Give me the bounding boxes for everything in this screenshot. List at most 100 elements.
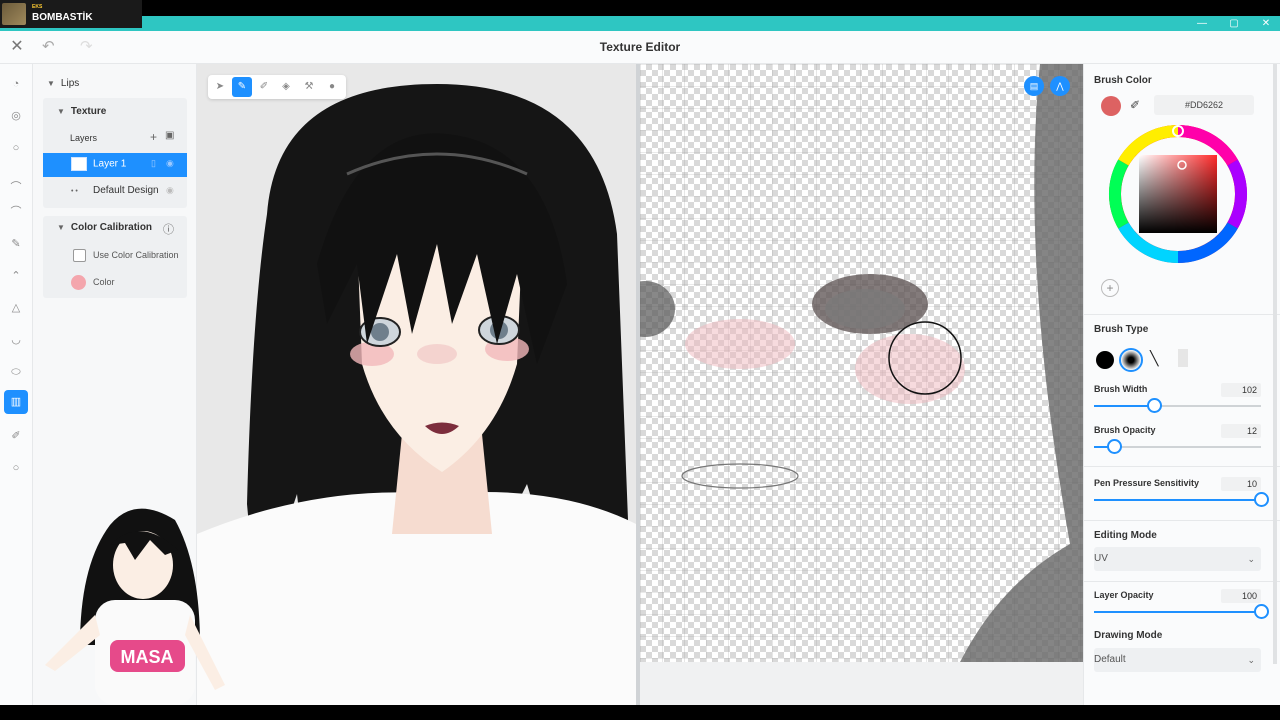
chevron-down-icon: ⌄	[1247, 655, 1255, 665]
maximize-button[interactable]: ▢	[1228, 18, 1240, 29]
color-wheel[interactable]	[1106, 122, 1250, 266]
uv-symmetry-button[interactable]: ⋀	[1050, 76, 1070, 96]
iris-icon[interactable]: ○	[4, 136, 28, 160]
use-calibration-checkbox[interactable]	[73, 249, 86, 262]
nose-icon[interactable]: △	[4, 296, 28, 320]
overlay-small-text: EKS	[32, 4, 43, 10]
layer-label: Layer 1	[93, 158, 127, 170]
brush-opacity-label: Brush Opacity	[1094, 425, 1156, 435]
window-controls: — ▢ ✕	[1196, 16, 1272, 31]
app-header: ✕ ↶ ↷ Texture Editor	[0, 31, 1280, 64]
add-color-button[interactable]: +	[1101, 279, 1119, 297]
editing-mode-select[interactable]: UV ⌄	[1094, 547, 1261, 571]
category-iconbar: ◔ ◎ ○ ︵ ⌒ ✎ ⌃ △ ◡ ⬭ ▥ ✐ ○	[0, 64, 33, 705]
divider	[1084, 520, 1280, 521]
calibration-header[interactable]: ▼ Color Calibration	[57, 222, 152, 233]
paint-toolbar: ➤ ✎ ✐ ◈ ⚒ ●	[208, 75, 346, 99]
add-layer-icon[interactable]: +	[150, 130, 157, 144]
layer-label: Default Design	[93, 185, 159, 196]
brush-width-slider[interactable]	[1094, 405, 1261, 407]
lips-group-header[interactable]: ▼ Lips	[47, 78, 79, 89]
layer-opacity-slider[interactable]	[1094, 611, 1261, 613]
line-brush-icon[interactable]: ╲	[1150, 350, 1158, 367]
use-calibration-label: Use Color Calibration	[93, 250, 179, 260]
uv-canvas[interactable]: ▤ ⋀	[640, 64, 1083, 662]
lips-title: Lips	[60, 78, 80, 89]
texture-title: Texture	[70, 106, 107, 117]
uv-bottom-area	[640, 662, 1083, 705]
calibration-title: Color Calibration	[70, 222, 153, 233]
brush-color-swatch[interactable]	[1101, 96, 1121, 116]
select-tool-icon[interactable]: ➤	[210, 77, 230, 97]
highlight-icon[interactable]: ⌃	[4, 264, 28, 288]
hex-input[interactable]: #DD6262	[1154, 95, 1254, 115]
uv-view-button[interactable]: ▤	[1024, 76, 1044, 96]
layer-thumbnail	[71, 157, 87, 171]
eyedropper-icon[interactable]: ✐	[1130, 98, 1140, 112]
calibration-color-swatch[interactable]	[71, 275, 86, 290]
os-bottom-bar	[0, 705, 1280, 720]
layer-opacity-handle[interactable]	[1253, 604, 1269, 619]
overlay-thumbnail	[2, 3, 26, 25]
app-root: — ▢ ✕ EKS BOMBASTİK ✕ ↶ ↷ Texture Editor…	[0, 0, 1280, 720]
eye-icon[interactable]: ◎	[4, 104, 28, 128]
brush-opacity-handle[interactable]	[1106, 439, 1122, 454]
window-titlebar	[0, 16, 1280, 31]
drawing-mode-select[interactable]: Default ⌄	[1094, 648, 1261, 672]
pen-pressure-handle[interactable]	[1253, 492, 1269, 507]
divider	[1084, 581, 1280, 582]
layer-opacity-value[interactable]: 100	[1221, 589, 1261, 603]
lips-icon[interactable]: ▥	[4, 390, 28, 414]
drawing-mode-value: Default	[1094, 654, 1126, 665]
brush-tool-icon[interactable]: ✐	[4, 424, 28, 448]
stream-overlay-tag: EKS BOMBASTİK	[0, 0, 142, 28]
lips-outline-icon[interactable]: ⬭	[4, 360, 28, 384]
soft-brush-icon[interactable]	[1119, 348, 1143, 372]
pen-pressure-slider[interactable]	[1094, 499, 1261, 501]
brush-width-value[interactable]: 102	[1221, 383, 1261, 397]
character-preview	[197, 84, 636, 705]
help-icon[interactable]: ⓘ	[163, 221, 174, 237]
layer-thumbnail: • •	[71, 188, 78, 195]
smudge-tool-icon[interactable]: ⚒	[299, 77, 319, 97]
eyebrow-icon[interactable]: ︵	[4, 168, 28, 192]
model-viewport[interactable]: ➤ ✎ ✐ ◈ ⚒ ●	[197, 64, 636, 705]
overlay-name: BOMBASTİK	[32, 12, 93, 23]
brush-properties-panel: Brush Color ✐ #DD6262 + Brush Type ╲ Bru…	[1083, 64, 1280, 705]
brush-width-handle[interactable]	[1146, 398, 1162, 413]
add-image-icon[interactable]: ▣	[165, 130, 174, 141]
layer-row-1[interactable]: Layer 1	[71, 157, 126, 171]
texture-header[interactable]: ▼ Texture	[57, 106, 106, 117]
texture-brush-icon[interactable]	[1178, 349, 1188, 367]
layers-label: Layers	[70, 133, 98, 143]
pen-pressure-label: Pen Pressure Sensitivity	[1094, 478, 1200, 488]
divider	[1084, 466, 1280, 467]
chevron-down-icon: ▼	[57, 107, 65, 116]
fill-tool-icon[interactable]: ●	[322, 77, 342, 97]
editing-mode-title: Editing Mode	[1094, 530, 1157, 541]
uv-mesh	[640, 64, 1083, 662]
minimize-button[interactable]: —	[1196, 18, 1208, 29]
lock-icon[interactable]: ▯	[151, 158, 156, 169]
layer-row-2[interactable]: • • Default Design	[71, 185, 159, 196]
brush-opacity-value[interactable]: 12	[1221, 424, 1261, 438]
makeup-icon[interactable]: ✎	[4, 232, 28, 256]
hard-brush-icon[interactable]	[1096, 351, 1114, 369]
page-title: Texture Editor	[599, 40, 681, 54]
panel-scrollbar[interactable]	[1273, 64, 1277, 664]
os-top-bar	[0, 0, 1280, 16]
pen-pressure-value[interactable]: 10	[1221, 477, 1261, 491]
circle-icon[interactable]: ○	[4, 456, 28, 480]
visibility-icon[interactable]: ◉	[166, 158, 174, 169]
eraser-tool-icon[interactable]: ◈	[276, 77, 296, 97]
close-window-button[interactable]: ✕	[1260, 18, 1272, 29]
visibility-icon[interactable]: ◉	[166, 185, 174, 196]
editing-mode-value: UV	[1094, 553, 1108, 564]
brush-tool-icon[interactable]: ✎	[232, 77, 252, 97]
brush-type-title: Brush Type	[1094, 324, 1149, 335]
face-icon[interactable]: ◔	[4, 72, 28, 96]
eyelash-icon[interactable]: ⌒	[4, 200, 28, 224]
mouth-icon[interactable]: ◡	[4, 328, 28, 352]
chevron-down-icon: ▼	[57, 223, 65, 232]
pen-tool-icon[interactable]: ✐	[254, 77, 274, 97]
